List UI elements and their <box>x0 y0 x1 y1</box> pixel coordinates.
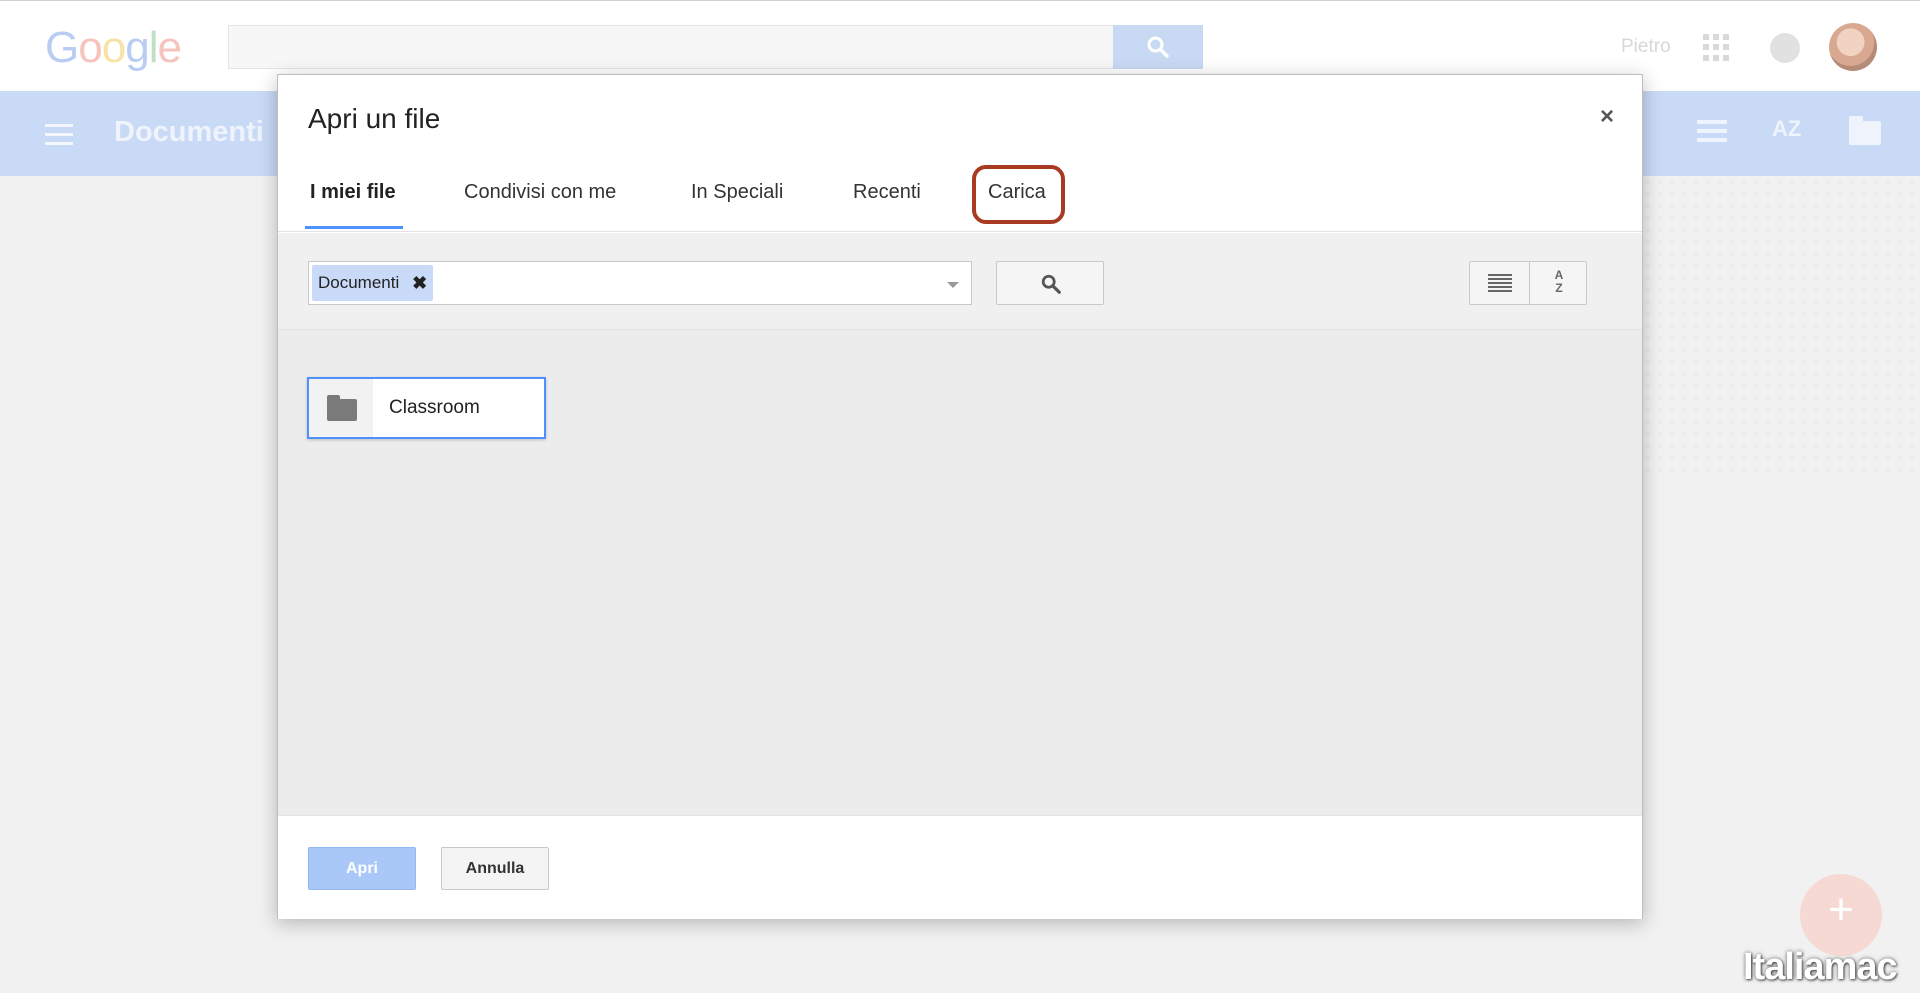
logo-letter: g <box>125 23 150 72</box>
background-pattern <box>1642 176 1920 476</box>
watermark: Italiamac <box>1743 946 1898 988</box>
search-icon <box>1147 36 1169 58</box>
folder-item[interactable]: Classroom <box>307 377 546 439</box>
folder-icon[interactable] <box>1849 116 1881 145</box>
path-search-field[interactable]: Documenti ✖ <box>308 261 972 305</box>
path-chip: Documenti ✖ <box>312 265 434 301</box>
path-chip-label: Documenti <box>318 273 400 292</box>
tab-recent[interactable]: Recenti <box>853 181 921 204</box>
close-icon[interactable]: × <box>1600 103 1614 131</box>
sort-az-icon[interactable]: AZ <box>1772 116 1801 142</box>
folder-icon-wrap <box>309 379 373 437</box>
global-search-button[interactable] <box>1113 25 1203 69</box>
dialog-toolbar: Documenti ✖ A Z <box>278 233 1642 330</box>
cancel-button[interactable]: Annulla <box>441 847 549 890</box>
open-file-dialog: Apri un file × I miei file Condivisi con… <box>277 74 1643 919</box>
tab-shared-with-me[interactable]: Condivisi con me <box>464 181 616 204</box>
folder-name: Classroom <box>389 397 480 418</box>
new-document-button[interactable]: + <box>1800 874 1882 956</box>
tab-my-files[interactable]: I miei file <box>310 181 396 204</box>
upload-tab-highlight <box>972 165 1065 224</box>
file-list-area: Classroom <box>278 330 1642 815</box>
avatar[interactable] <box>1829 23 1877 71</box>
sort-az-icon: A Z <box>1546 269 1572 295</box>
notifications-icon[interactable] <box>1770 33 1800 63</box>
open-button[interactable]: Apri <box>308 847 416 890</box>
remove-chip-icon[interactable]: ✖ <box>412 265 427 301</box>
search-button[interactable] <box>996 261 1104 305</box>
tab-starred[interactable]: In Speciali <box>691 181 783 204</box>
global-search-input[interactable] <box>228 25 1114 69</box>
dialog-footer: Apri Annulla <box>278 815 1642 919</box>
plus-icon: + <box>1828 885 1854 934</box>
folder-icon <box>327 395 357 421</box>
list-view-icon[interactable] <box>1697 120 1727 147</box>
logo-letter: o <box>78 23 103 72</box>
dropdown-arrow-icon[interactable] <box>947 282 959 288</box>
menu-icon[interactable] <box>45 124 73 151</box>
sort-letter: Z <box>1555 281 1563 295</box>
list-view-button[interactable] <box>1469 261 1530 305</box>
logo-letter: G <box>45 23 79 72</box>
apps-icon[interactable] <box>1703 34 1730 61</box>
logo-letter: o <box>101 23 127 72</box>
tab-bar: I miei file Condivisi con me In Speciali… <box>278 155 1642 232</box>
google-logo[interactable]: Google <box>45 23 182 73</box>
search-icon <box>1041 274 1061 294</box>
logo-letter: e <box>157 23 182 72</box>
list-view-icon <box>1488 274 1512 294</box>
sort-button[interactable]: A Z <box>1529 261 1587 305</box>
app-title: Documenti <box>114 116 264 148</box>
active-tab-indicator <box>305 226 403 229</box>
user-name[interactable]: Pietro <box>1621 36 1671 58</box>
dialog-title: Apri un file <box>308 103 441 134</box>
